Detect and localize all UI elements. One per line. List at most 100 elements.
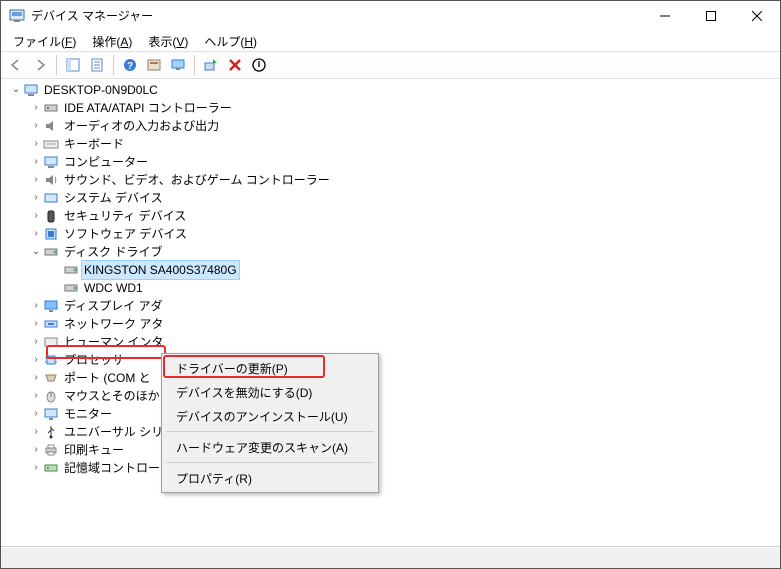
node-label: ディスプレイ アダ — [62, 297, 165, 315]
expand-icon[interactable]: › — [29, 189, 43, 207]
properties-button[interactable] — [86, 54, 108, 76]
ctx-label: プロパティ(R) — [176, 470, 252, 487]
expand-icon[interactable]: › — [29, 333, 43, 351]
expand-icon[interactable]: › — [29, 441, 43, 459]
tree-item-mouse[interactable]: › マウスとそのほか — [27, 387, 780, 405]
node-label: セキュリティ デバイス — [62, 207, 188, 225]
mouse-icon — [43, 388, 59, 404]
ctx-scan-hardware[interactable]: ハードウェア変更のスキャン(A) — [164, 435, 376, 459]
system-icon — [43, 190, 59, 206]
node-label: ソフトウェア デバイス — [62, 225, 189, 243]
action-button[interactable] — [143, 54, 165, 76]
ctx-label: ドライバーの更新(P) — [176, 360, 288, 377]
show-hide-tree-button[interactable] — [62, 54, 84, 76]
tree-item-display[interactable]: › ディスプレイ アダ — [27, 297, 780, 315]
expand-icon[interactable]: › — [29, 99, 43, 117]
keyboard-icon — [43, 136, 59, 152]
tree-item-print[interactable]: › 印刷キュー — [27, 441, 780, 459]
usb-icon — [43, 424, 59, 440]
tree-item-hid[interactable]: ›ヒューマン インタ — [27, 333, 780, 351]
tree-item-ports[interactable]: ›ポート (COM と — [27, 369, 780, 387]
tree-item-disk[interactable]: ⌄ディスク ドライブ — [27, 243, 780, 261]
tree-item-keyboard[interactable]: › キーボード — [27, 135, 780, 153]
menu-view[interactable]: 表示(V) — [142, 32, 194, 51]
monitor-icon — [43, 406, 59, 422]
sound-icon — [43, 172, 59, 188]
ide-icon — [43, 100, 59, 116]
tree-item-security[interactable]: › セキュリティ デバイス — [27, 207, 780, 225]
ctx-disable-device[interactable]: デバイスを無効にする(D) — [164, 380, 376, 404]
collapse-icon[interactable]: ⌄ — [9, 81, 23, 99]
tree-item-usb[interactable]: ›ユニバーサル シリアル バス コントローラー — [27, 423, 780, 441]
ctx-uninstall-device[interactable]: デバイスのアンインストール(U) — [164, 404, 376, 428]
expand-icon[interactable]: › — [29, 225, 43, 243]
tree-item-wdc[interactable]: WDC WD1 — [47, 279, 780, 297]
port-icon — [43, 370, 59, 386]
content-area: ⌄ DESKTOP-0N9D0LC ›IDE ATA/ATAPI コントローラー… — [1, 79, 780, 568]
root-node[interactable]: ⌄ DESKTOP-0N9D0LC — [7, 81, 780, 99]
node-label: キーボード — [62, 135, 126, 153]
close-button[interactable] — [734, 1, 780, 30]
help-button[interactable]: ? — [119, 54, 141, 76]
titlebar: デバイス マネージャー — [1, 1, 780, 31]
menu-help[interactable]: ヘルプ(H) — [198, 32, 263, 51]
ctx-separator — [166, 462, 374, 463]
menu-action[interactable]: 操作(A) — [86, 32, 138, 51]
tree-item-monitor[interactable]: ›モニター — [27, 405, 780, 423]
forward-button[interactable] — [29, 54, 51, 76]
menubar: ファイル(F) 操作(A) 表示(V) ヘルプ(H) — [1, 31, 780, 51]
enable-button[interactable] — [248, 54, 270, 76]
uninstall-button[interactable] — [224, 54, 246, 76]
tree-item-software[interactable]: › ソフトウェア デバイス — [27, 225, 780, 243]
tree-item-ide[interactable]: ›IDE ATA/ATAPI コントローラー — [27, 99, 780, 117]
tree-item-sound[interactable]: › サウンド、ビデオ、およびゲーム コントローラー — [27, 171, 780, 189]
tree-item-audio[interactable]: ›オーディオの入力および出力 — [27, 117, 780, 135]
node-label: サウンド、ビデオ、およびゲーム コントローラー — [62, 171, 332, 189]
window-title: デバイス マネージャー — [31, 7, 642, 24]
ctx-label: ハードウェア変更のスキャン(A) — [176, 439, 348, 456]
speaker-icon — [43, 118, 59, 134]
expand-icon[interactable]: › — [29, 369, 43, 387]
ctx-update-driver[interactable]: ドライバーの更新(P) — [164, 356, 376, 380]
tree-item-cpu[interactable]: ›プロセッサ — [27, 351, 780, 369]
expand-icon[interactable]: › — [29, 459, 43, 477]
node-label: 印刷キュー — [62, 441, 126, 459]
expand-icon[interactable]: › — [29, 351, 43, 369]
node-label: WDC WD1 — [82, 279, 145, 297]
expand-icon[interactable]: › — [29, 423, 43, 441]
menu-file[interactable]: ファイル(F) — [7, 32, 82, 51]
tree-item-kingston[interactable]: KINGSTON SA400S37480G — [47, 261, 780, 279]
computer-icon — [43, 154, 59, 170]
separator — [56, 55, 57, 75]
expand-icon[interactable]: › — [29, 207, 43, 225]
expand-icon[interactable]: › — [29, 315, 43, 333]
tree-item-network[interactable]: ›ネットワーク アタ — [27, 315, 780, 333]
expand-icon[interactable]: › — [29, 153, 43, 171]
expand-icon[interactable]: › — [29, 117, 43, 135]
device-tree[interactable]: ⌄ DESKTOP-0N9D0LC ›IDE ATA/ATAPI コントローラー… — [1, 79, 780, 546]
node-label: マウスとそのほか — [62, 387, 162, 405]
display-icon — [43, 298, 59, 314]
collapse-icon[interactable]: ⌄ — [29, 243, 43, 261]
tree-item-storage[interactable]: ›記憶域コントローラー — [27, 459, 780, 477]
status-bar — [1, 546, 780, 568]
expand-icon[interactable]: › — [29, 135, 43, 153]
maximize-button[interactable] — [688, 1, 734, 30]
ctx-properties[interactable]: プロパティ(R) — [164, 466, 376, 490]
app-icon — [9, 8, 25, 24]
back-button[interactable] — [5, 54, 27, 76]
window-controls — [642, 1, 780, 30]
minimize-button[interactable] — [642, 1, 688, 30]
tree-item-system[interactable]: › システム デバイス — [27, 189, 780, 207]
expand-icon[interactable]: › — [29, 405, 43, 423]
ctx-separator — [166, 431, 374, 432]
expand-icon[interactable]: › — [29, 387, 43, 405]
expand-icon[interactable]: › — [29, 297, 43, 315]
printer-icon — [43, 442, 59, 458]
tree-item-computer[interactable]: ›コンピューター — [27, 153, 780, 171]
security-icon — [43, 208, 59, 224]
node-label: システム デバイス — [62, 189, 165, 207]
expand-icon[interactable]: › — [29, 171, 43, 189]
monitor-icon-button[interactable] — [167, 54, 189, 76]
scan-hardware-button[interactable] — [200, 54, 222, 76]
